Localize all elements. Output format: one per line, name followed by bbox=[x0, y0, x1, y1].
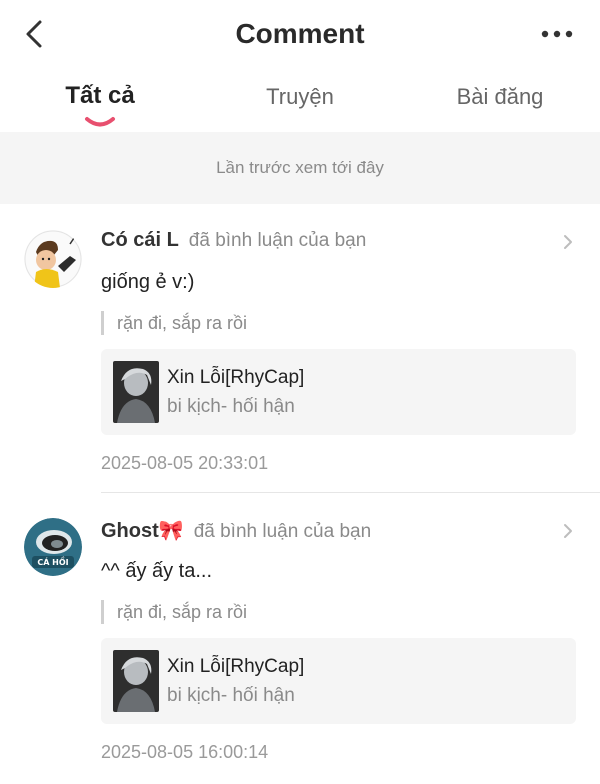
comment-list: Có cái L đã bình luận của bạn giống ẻ v:)… bbox=[0, 204, 600, 784]
comment-header: Có cái L đã bình luận của bạn bbox=[101, 229, 576, 257]
more-options-icon[interactable] bbox=[540, 24, 574, 44]
quoted-comment: rặn đi, sắp ra rồi bbox=[101, 600, 576, 624]
story-card[interactable]: Xin Lỗi[RhyCap] bi kịch- hối hận bbox=[101, 638, 576, 724]
page-title: Comment bbox=[235, 18, 365, 49]
story-card[interactable]: Xin Lỗi[RhyCap] bi kịch- hối hận bbox=[101, 349, 576, 435]
tab-all[interactable]: Tất cả bbox=[40, 82, 160, 110]
timestamp: 2025-08-05 16:00:14 bbox=[101, 742, 269, 762]
avatar[interactable] bbox=[24, 230, 82, 288]
story-thumbnail bbox=[113, 650, 159, 712]
story-title: Xin Lỗi[RhyCap] bbox=[167, 367, 305, 388]
comment-item[interactable]: Có cái L đã bình luận của bạn giống ẻ v:)… bbox=[0, 204, 600, 494]
top-bar: Comment bbox=[0, 0, 600, 70]
tab-posts[interactable]: Bài đăng bbox=[440, 84, 560, 110]
story-title: Xin Lỗi[RhyCap] bbox=[167, 656, 305, 677]
comment-item[interactable]: CÁ HỒI Ghost🎀 đã bình luận của bạn ^^ ấy … bbox=[0, 494, 600, 784]
chevron-right-icon[interactable] bbox=[562, 522, 574, 540]
story-thumbnail bbox=[113, 361, 159, 423]
tab-bar: Tất cả Truyện Bài đăng bbox=[0, 70, 600, 132]
avatar[interactable]: CÁ HỒI bbox=[24, 518, 82, 576]
comment-header: Ghost🎀 đã bình luận của bạn bbox=[101, 518, 576, 546]
story-subtitle: bi kịch- hối hận bbox=[167, 685, 295, 706]
active-tab-indicator bbox=[85, 117, 115, 127]
comment-action-text: đã bình luận của bạn bbox=[188, 230, 367, 251]
story-subtitle: bi kịch- hối hận bbox=[167, 396, 295, 417]
comment-action-text: đã bình luận của bạn bbox=[193, 521, 372, 542]
comment-text: ^^ ấy ấy ta... bbox=[101, 560, 213, 582]
timestamp: 2025-08-05 20:33:01 bbox=[101, 453, 269, 473]
username[interactable]: Ghost🎀 bbox=[101, 520, 184, 542]
tab-stories[interactable]: Truyện bbox=[240, 84, 360, 110]
divider bbox=[101, 492, 600, 493]
last-viewed-notice: Lần trước xem tới đây bbox=[0, 132, 600, 204]
quoted-comment: rặn đi, sắp ra rồi bbox=[101, 311, 576, 335]
chevron-right-icon[interactable] bbox=[562, 233, 574, 251]
comment-text: giống ẻ v:) bbox=[101, 271, 195, 293]
username[interactable]: Có cái L bbox=[101, 229, 179, 251]
